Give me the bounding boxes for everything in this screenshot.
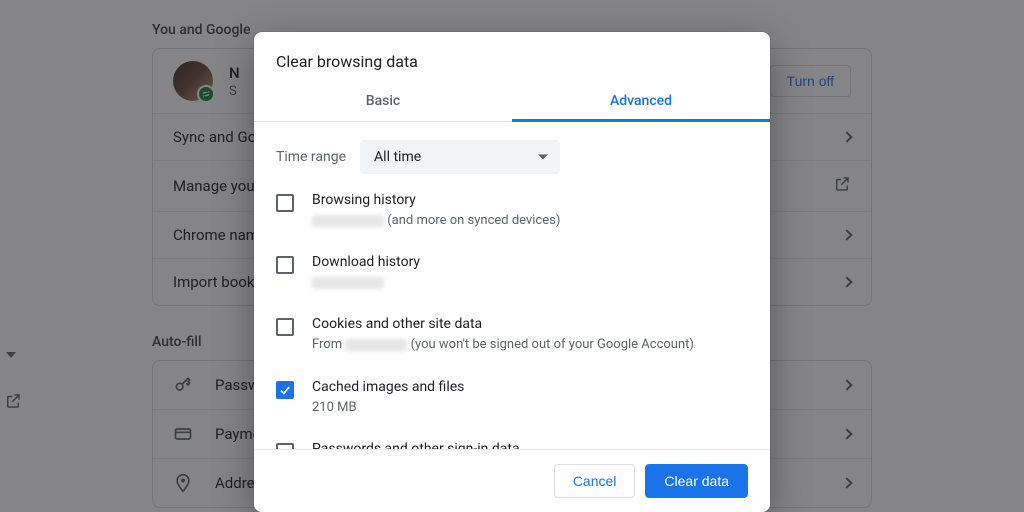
option-subtext: 210 MB — [312, 399, 748, 417]
checkbox-browsing-history[interactable] — [276, 194, 294, 212]
dialog-body: Time range All time Browsing history (an… — [254, 122, 770, 449]
checkbox-cookies[interactable] — [276, 318, 294, 336]
option-title: Cached images and files — [312, 379, 748, 395]
dialog-buttons: Cancel Clear data — [254, 449, 770, 512]
option-cookies: Cookies and other site data From (you wo… — [276, 304, 748, 366]
cancel-button[interactable]: Cancel — [554, 464, 636, 498]
tab-advanced[interactable]: Advanced — [512, 83, 770, 121]
option-title: Browsing history — [312, 192, 748, 208]
checkbox-download-history[interactable] — [276, 256, 294, 274]
option-title: Passwords and other sign-in data — [312, 441, 748, 449]
time-range-select[interactable]: All time — [360, 140, 560, 174]
clear-browsing-data-dialog: Clear browsing data Basic Advanced Time … — [254, 32, 770, 512]
dialog-tabs: Basic Advanced — [254, 83, 770, 122]
time-range-row: Time range All time — [276, 122, 748, 180]
checkbox-cached[interactable] — [276, 381, 294, 399]
option-subtext: (and more on synced devices) — [312, 212, 748, 230]
option-title: Cookies and other site data — [312, 316, 748, 332]
dialog-title: Clear browsing data — [254, 32, 770, 83]
option-passwords: Passwords and other sign-in data — [276, 429, 748, 449]
chevron-down-icon — [538, 155, 548, 160]
tab-basic[interactable]: Basic — [254, 83, 512, 121]
option-download-history: Download history — [276, 242, 748, 304]
clear-data-button[interactable]: Clear data — [645, 464, 748, 498]
option-browsing-history: Browsing history (and more on synced dev… — [276, 180, 748, 242]
time-range-label: Time range — [276, 149, 346, 165]
option-subtext — [312, 274, 748, 292]
option-subtext: From (you won't be signed out of your Go… — [312, 336, 748, 354]
option-cached: Cached images and files 210 MB — [276, 367, 748, 429]
time-range-value: All time — [374, 149, 421, 165]
option-title: Download history — [312, 254, 748, 270]
